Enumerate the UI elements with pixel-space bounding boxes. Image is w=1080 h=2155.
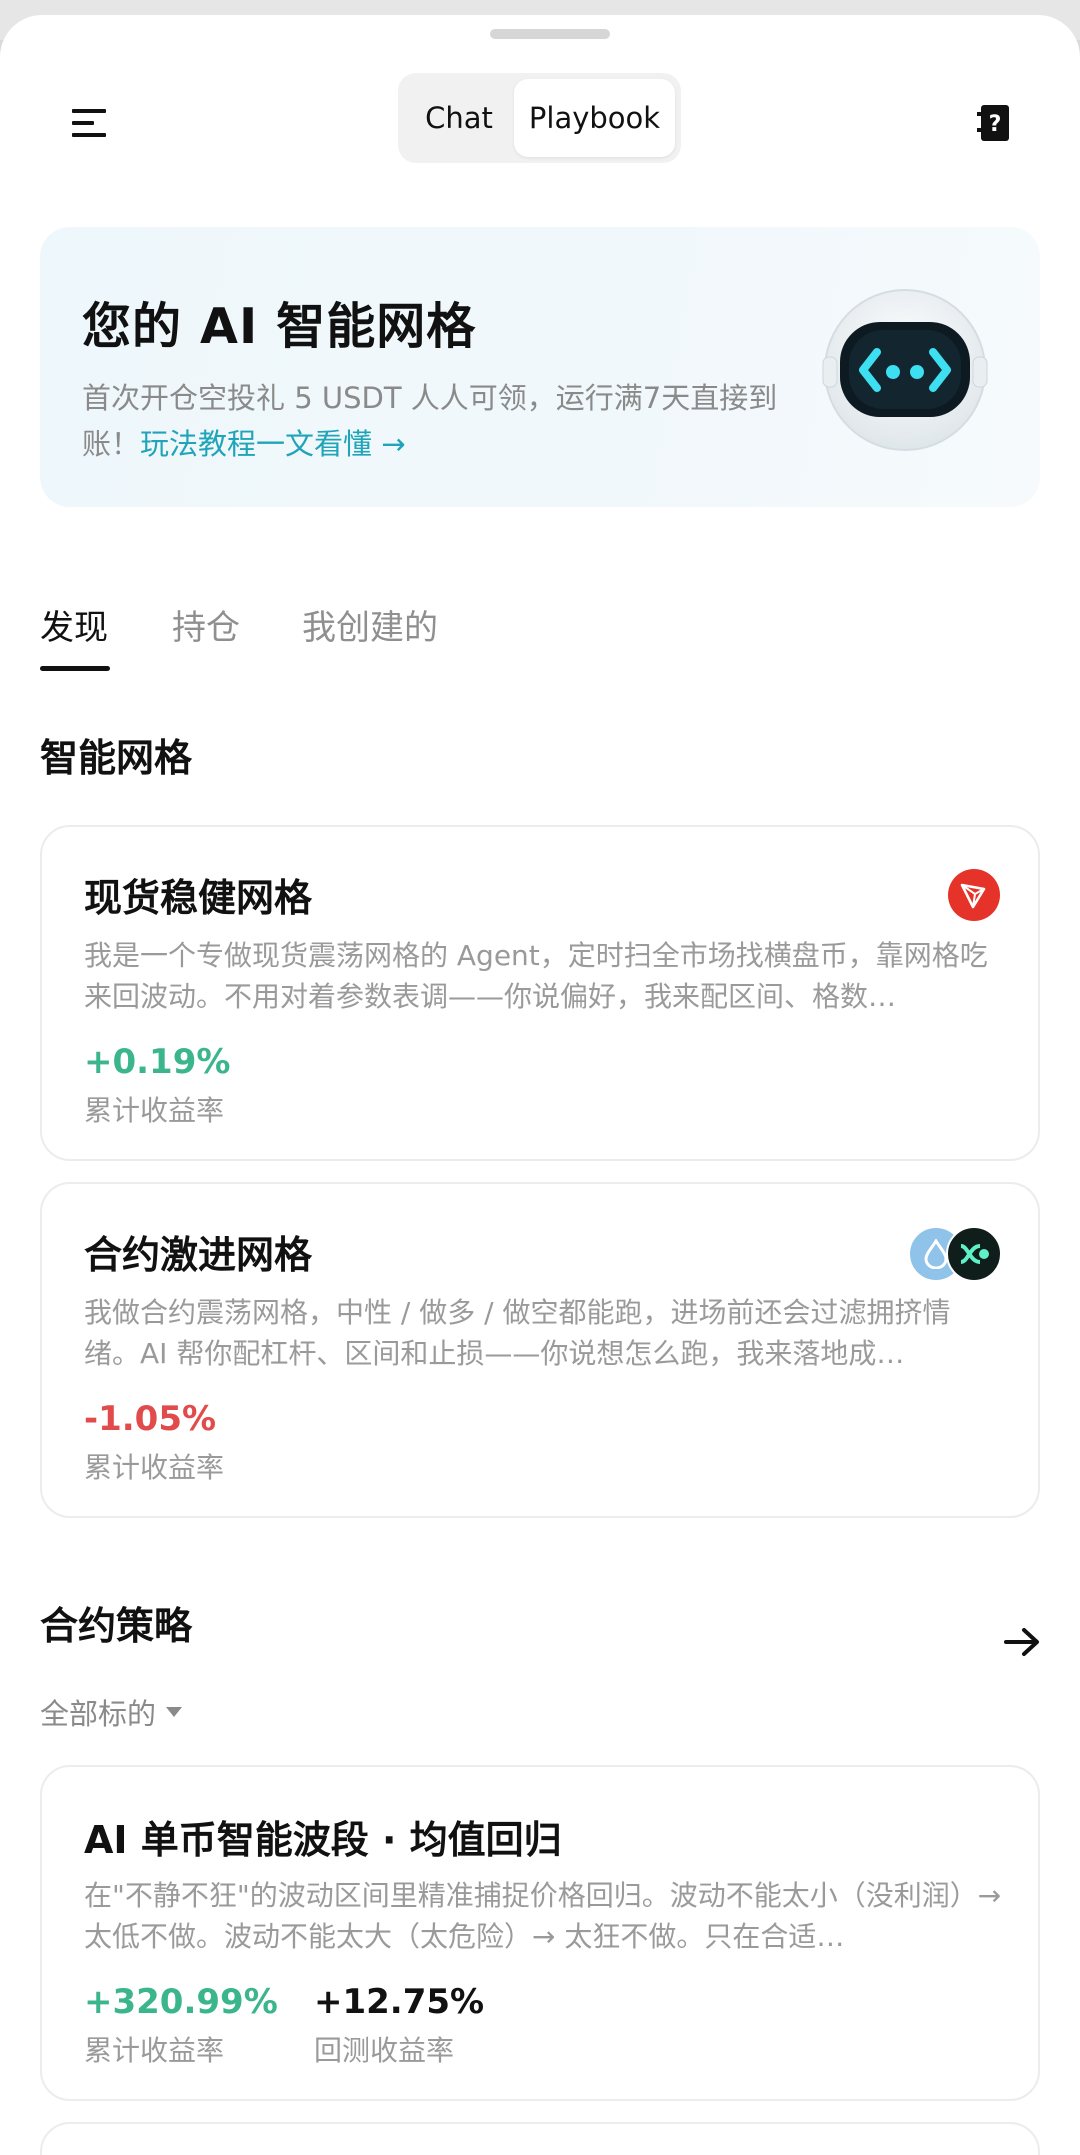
asset-filter-dropdown[interactable]: 全部标的: [40, 1691, 183, 1733]
tab-created-by-me[interactable]: 我创建的: [302, 600, 438, 649]
tab-holdings[interactable]: 持仓: [172, 600, 240, 649]
grid-card[interactable]: 现货稳健网格 我是一个专做现货震荡网格的 Agent，定时扫全市场找横盘币，靠网…: [40, 825, 1040, 1161]
tron-coin-icon: [948, 869, 1000, 921]
mode-switch: Chat Playbook: [398, 73, 681, 163]
card-title: 合约激进网格: [84, 1233, 313, 1277]
svg-text:?: ?: [989, 112, 1002, 137]
cumulative-return-label: 累计收益率: [84, 1451, 225, 1484]
tab-chat[interactable]: Chat: [404, 79, 514, 157]
strategy-card[interactable]: AI 单币智能波段 · 均值回归 在"不静不狂"的波动区间里精准捕捉价格回归。波…: [40, 1765, 1040, 2101]
banner-title: 您的 AI 智能网格: [82, 298, 477, 355]
sheet-grabber[interactable]: [490, 29, 610, 39]
tab-discover[interactable]: 发现: [40, 600, 108, 649]
playbook-sheet: Chat Playbook ? 您的 AI 智能网格 首次开仓空投礼 5 USD…: [0, 15, 1080, 2155]
filter-label: 全部标的: [40, 1697, 157, 1731]
card-description: 在"不静不狂"的波动区间里精准捕捉价格回归。波动不能太小（没利润）→ 太低不做。…: [84, 1879, 1002, 1953]
section-title-smart-grid: 智能网格: [40, 736, 193, 780]
help-book-icon[interactable]: ?: [965, 93, 1025, 153]
cumulative-return-value: +320.99%: [84, 1982, 278, 2022]
tutorial-link[interactable]: 玩法教程一文看懂 →: [140, 427, 406, 461]
cumulative-return-value: -1.05%: [84, 1399, 217, 1439]
menu-icon[interactable]: [60, 93, 120, 153]
grid-card[interactable]: 合约激进网格 我做合约震荡网格，中性 / 做多 / 做空都能跑，进场前还会过滤拥…: [40, 1182, 1040, 1518]
promo-banner[interactable]: 您的 AI 智能网格 首次开仓空投礼 5 USDT 人人可领，运行满7天直接到账…: [40, 227, 1040, 507]
banner-description: 首次开仓空投礼 5 USDT 人人可领，运行满7天直接到账！玩法教程一文看懂 →: [82, 375, 782, 467]
card-description: 我做合约震荡网格，中性 / 做多 / 做空都能跑，进场前还会过滤拥挤情绪。AI …: [84, 1296, 951, 1370]
active-tab-indicator: [40, 666, 110, 671]
cumulative-return-label: 累计收益率: [84, 1094, 225, 1127]
cumulative-return-label: 累计收益率: [84, 2034, 225, 2067]
backtest-return-label: 回测收益率: [314, 2034, 455, 2067]
section-title-futures-strategy: 合约策略: [40, 1604, 193, 1648]
card-title: AI 单币智能波段 · 均值回归: [84, 1818, 562, 1862]
backtest-return-value: +12.75%: [314, 1982, 485, 2022]
tab-playbook[interactable]: Playbook: [514, 79, 675, 157]
cumulative-return-value: +0.19%: [84, 1042, 231, 1082]
chain-coin-icon: [946, 1226, 1002, 1282]
robot-mascot-icon: [822, 289, 988, 451]
card-title: 现货稳健网格: [84, 876, 313, 920]
arrow-right-icon[interactable]: [1000, 1620, 1044, 1664]
card-description: 我是一个专做现货震荡网格的 Agent，定时扫全市场找横盘币，靠网格吃来回波动。…: [84, 939, 988, 1013]
caret-down-icon: [166, 1707, 183, 1717]
strategy-card[interactable]: [40, 2122, 1040, 2155]
